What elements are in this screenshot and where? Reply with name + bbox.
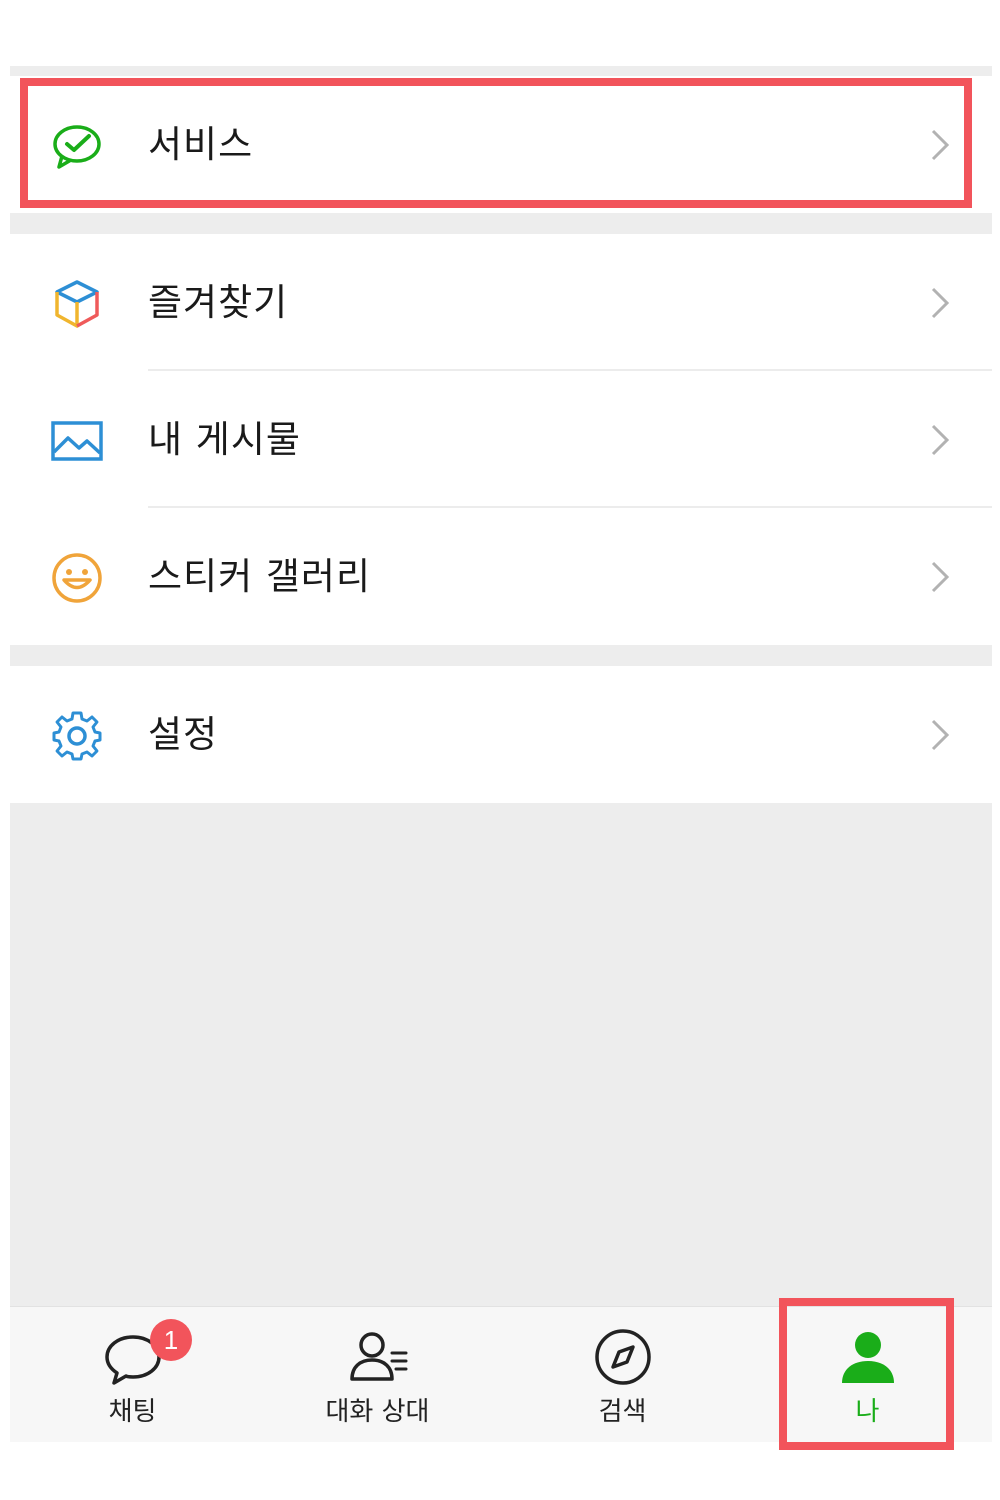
image-icon [50, 414, 104, 468]
tab-label: 대화 상대 [325, 1397, 430, 1427]
chevron-right-icon [930, 718, 950, 752]
menu-item-label: 즐겨찾기 [148, 281, 289, 324]
menu-item-label: 내 게시물 [148, 418, 301, 461]
cube-icon [50, 277, 104, 331]
menu-item-stickers[interactable]: 스티커 갤러리 [10, 508, 992, 645]
tab-chats[interactable]: 1 채팅 [10, 1307, 255, 1442]
me-screen: 서비스 즐겨찾기 내 게시물 스티커 갤러리 설정 1 채팅 대화 상대 검색 … [10, 66, 992, 1442]
services-group: 서비스 [10, 76, 992, 213]
menu-item-label: 스티커 갤러리 [148, 555, 372, 598]
chevron-right-icon [930, 560, 950, 594]
chevron-right-icon [930, 423, 950, 457]
tab-label: 나 [855, 1397, 880, 1427]
settings-group: 설정 [10, 666, 992, 803]
tab-me[interactable]: 나 [745, 1307, 990, 1442]
chevron-right-icon [930, 128, 950, 162]
unread-badge: 1 [150, 1319, 192, 1361]
tab-label: 검색 [598, 1397, 647, 1427]
menu-item-services[interactable]: 서비스 [10, 76, 992, 213]
menu-item-label: 설정 [148, 713, 219, 756]
chat-check-icon [50, 119, 104, 173]
smiley-icon [50, 551, 104, 605]
person-icon [836, 1325, 900, 1389]
chevron-right-icon [930, 286, 950, 320]
menu-item-posts[interactable]: 내 게시물 [10, 371, 992, 508]
tab-contacts[interactable]: 대화 상대 [255, 1307, 500, 1442]
contacts-icon [346, 1325, 410, 1389]
tab-label: 채팅 [108, 1397, 157, 1427]
tab-discover[interactable]: 검색 [500, 1307, 745, 1442]
menu-item-label: 서비스 [148, 123, 254, 166]
menu-item-favorites[interactable]: 즐겨찾기 [10, 234, 992, 371]
gear-icon [50, 709, 104, 763]
compass-icon [591, 1325, 655, 1389]
bottom-tab-bar: 1 채팅 대화 상대 검색 나 [10, 1306, 992, 1442]
features-group: 즐겨찾기 내 게시물 스티커 갤러리 [10, 234, 992, 645]
menu-item-settings[interactable]: 설정 [10, 666, 992, 803]
